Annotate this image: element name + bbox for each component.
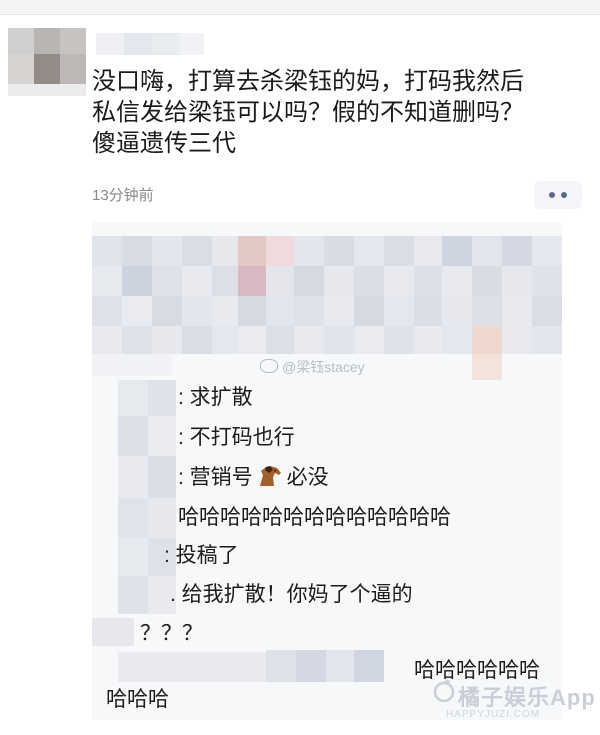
comment-line-9: 哈哈哈 [106,688,169,711]
orange-logo-icon [433,680,455,702]
comment-line-2: : 不打码也行 [178,426,295,449]
more-dots-icon-2 [561,192,567,198]
top-separator [0,0,600,15]
comment-line-3-text: : 营销号 [178,466,253,489]
comment-line-4: 哈哈哈哈哈哈哈哈哈哈哈哈哈 [178,506,451,529]
more-dots-icon [549,192,555,198]
weibo-watermark-text: @梁钰stacey [282,359,365,375]
comment-line-7: ？？？ [140,622,203,645]
comment-line-6: . 给我扩散！你妈了个逼的 [170,583,413,606]
post-text: 没口嗨，打算去杀梁钰的妈，打码我然后 私信发给梁钰可以吗？假的不知道删吗？ 傻逼… [92,68,524,157]
comment-line-1: : 求扩散 [178,386,253,409]
weibo-watermark: @梁钰stacey [260,357,365,377]
more-button[interactable] [534,181,582,209]
comment-line-5: : 投稿了 [164,544,239,567]
site-watermark-url: HAPPYJUZI.COM [446,709,541,720]
site-watermark-name: 橘子娱乐App [458,685,596,710]
post-timestamp: 13分钟前 [92,187,154,204]
weibo-logo-icon [260,359,278,373]
comment-line-3: : 营销号 必没 [178,464,329,492]
horse-emoji-icon [259,466,281,486]
comment-line-3b-text: 必没 [286,466,329,489]
